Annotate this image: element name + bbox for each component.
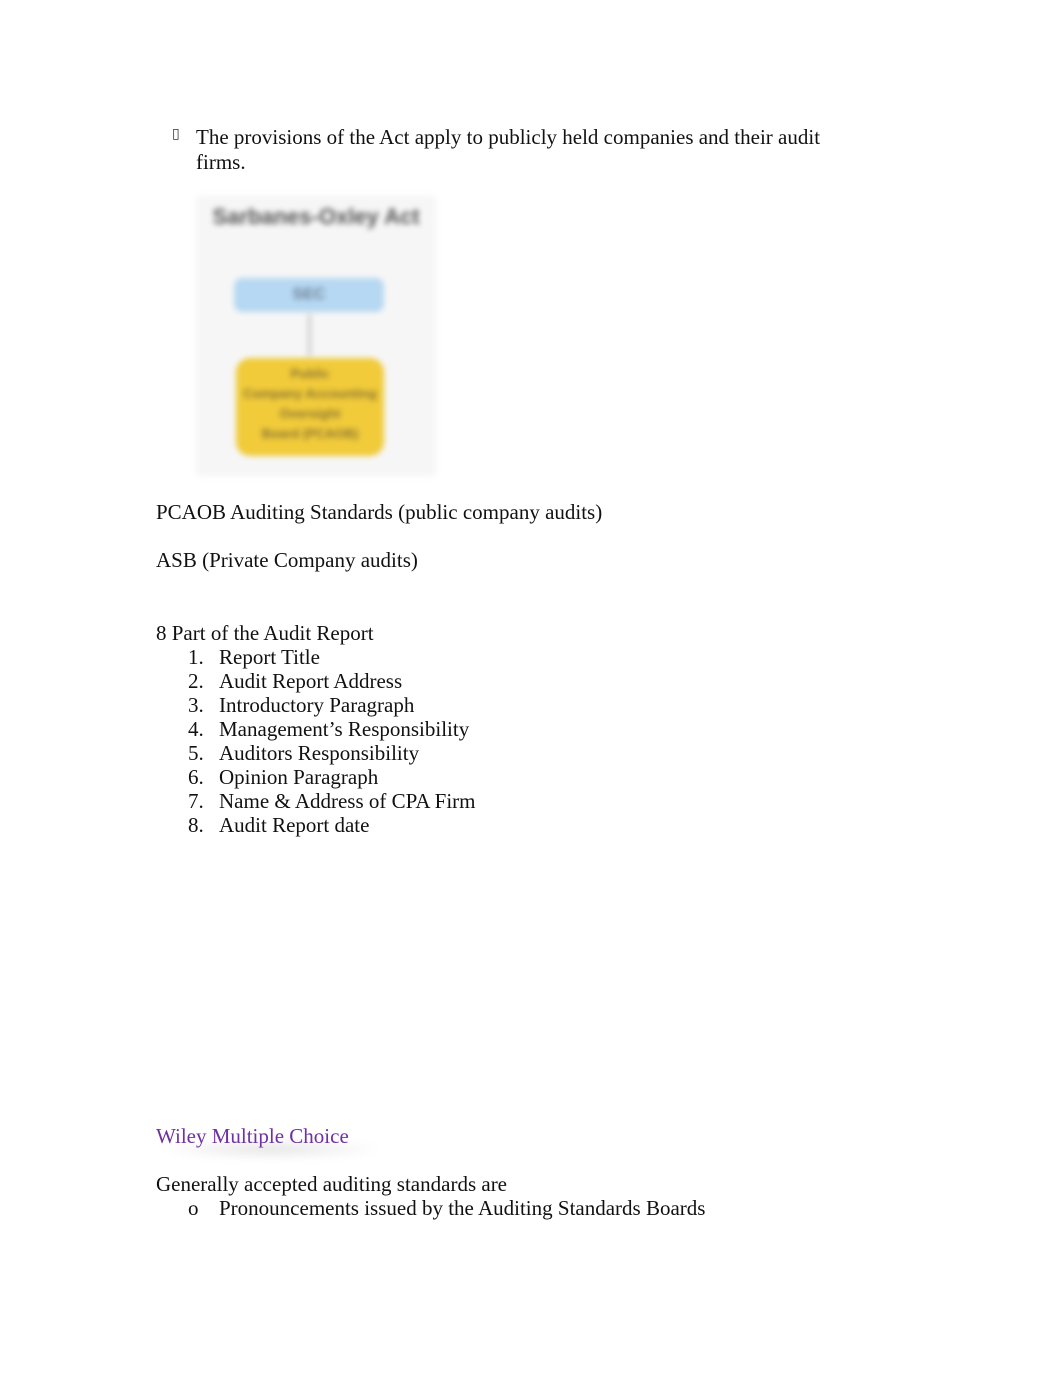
diagram-pcaob-line: Oversight bbox=[279, 406, 341, 421]
wiley-heading: Wiley Multiple Choice bbox=[156, 1124, 349, 1148]
audit-report-heading: 8 Part of the Audit Report bbox=[156, 621, 374, 645]
list-number: 5. bbox=[188, 741, 204, 765]
option-bullet-icon: o bbox=[188, 1196, 199, 1220]
pcaob-paragraph: PCAOB Auditing Standards (public company… bbox=[156, 500, 603, 524]
list-number: 7. bbox=[188, 789, 204, 813]
diagram-title: Sarbanes-Oxley Act bbox=[212, 204, 420, 229]
list-text: Audit Report Address bbox=[219, 669, 403, 693]
list-text: Opinion Paragraph bbox=[219, 765, 379, 789]
list-number: 2. bbox=[188, 669, 204, 693]
diagram-pcaob-box: Public Company Accounting Oversight Boar… bbox=[236, 358, 384, 456]
list-text: Management’s Responsibility bbox=[219, 717, 470, 741]
list-text: Auditors Responsibility bbox=[219, 741, 420, 765]
list-text: Introductory Paragraph bbox=[219, 693, 415, 717]
diagram-pcaob-line: Company Accounting bbox=[243, 386, 377, 401]
diagram-connector-line bbox=[308, 314, 311, 356]
bullet-paragraph: The provisions of the Act apply to publi… bbox=[196, 125, 821, 174]
list-text: Audit Report date bbox=[219, 813, 370, 837]
sarbanes-oxley-diagram-image: Sarbanes-Oxley Act SEC Public Company Ac… bbox=[196, 196, 436, 476]
diagram-sec-box: SEC bbox=[234, 278, 384, 312]
diagram-pcaob-line: Board (PCAOB) bbox=[261, 426, 359, 441]
list-text: Report Title bbox=[219, 645, 320, 669]
list-number: 8. bbox=[188, 813, 204, 837]
list-number: 1. bbox=[188, 645, 204, 669]
list-text: Name & Address of CPA Firm bbox=[219, 789, 476, 813]
bullet-icon: ▯ bbox=[172, 126, 180, 142]
list-number: 6. bbox=[188, 765, 204, 789]
list-number: 3. bbox=[188, 693, 204, 717]
option-text: Pronouncements issued by the Auditing St… bbox=[219, 1196, 706, 1220]
diagram-pcaob-line: Public bbox=[290, 366, 330, 381]
question-text: Generally accepted auditing standards ar… bbox=[156, 1172, 508, 1196]
list-number: 4. bbox=[188, 717, 204, 741]
asb-paragraph: ASB (Private Company audits) bbox=[156, 548, 418, 572]
